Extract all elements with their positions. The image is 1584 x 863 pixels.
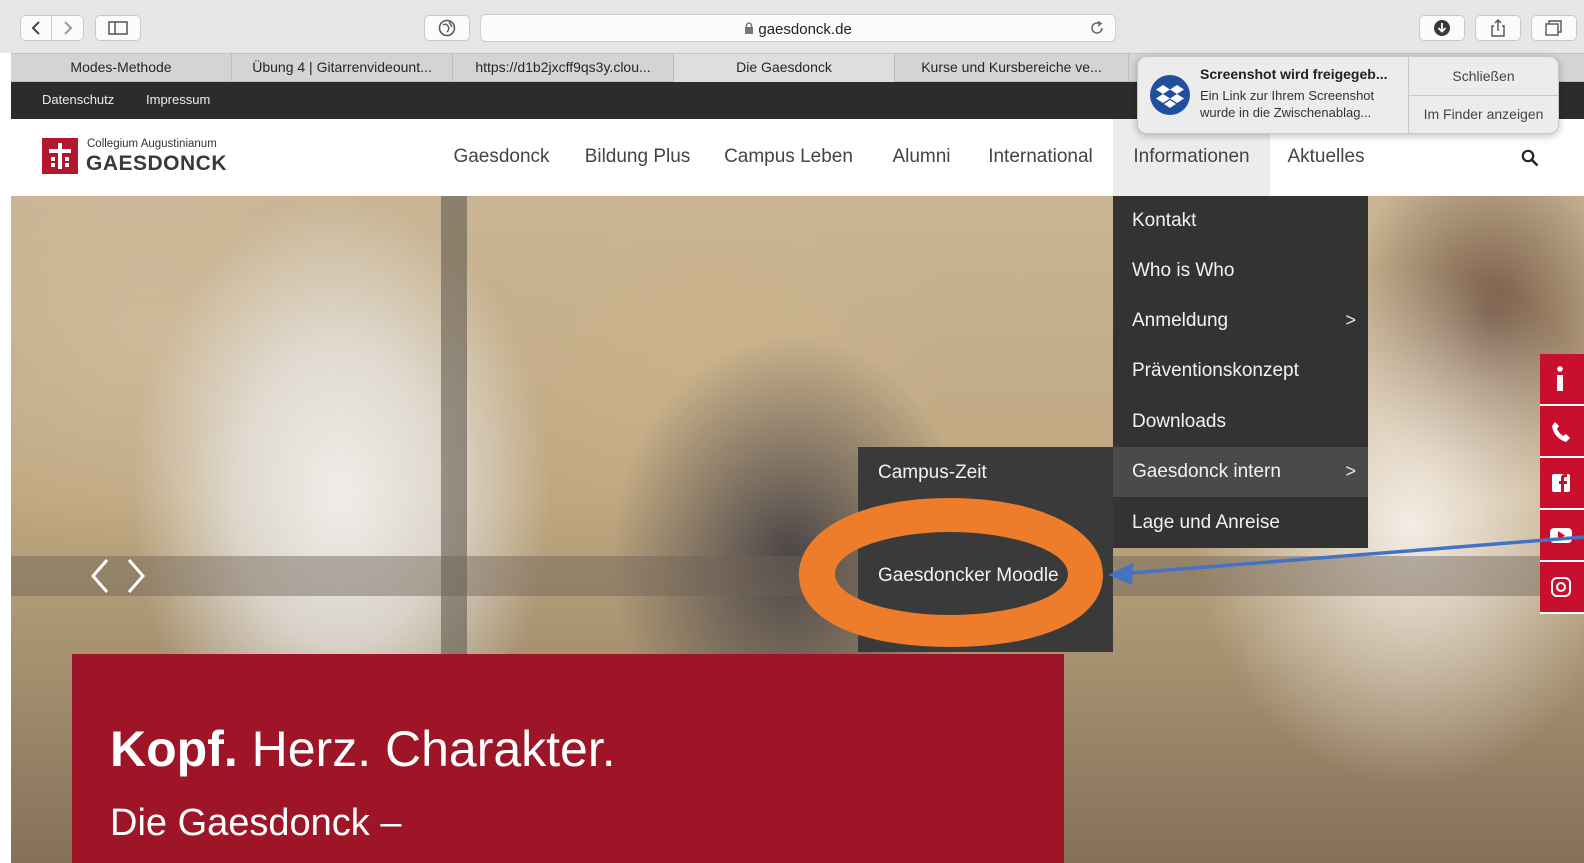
sidebar-toggle-button[interactable] [95, 15, 141, 41]
logo-title[interactable]: GAESDONCK [86, 152, 227, 176]
youtube-icon [1550, 528, 1572, 543]
logo-subtitle: Collegium Augustinianum [87, 138, 217, 150]
informationen-dropdown: Kontakt Who is Who Anmeldung > Prävention… [1113, 196, 1368, 548]
website-settings-button[interactable] [424, 15, 470, 41]
dropdown-item-label: Who is Who [1132, 260, 1235, 281]
forward-button[interactable] [52, 15, 84, 41]
hero-title: Kopf. Herz. Charakter. [110, 720, 616, 778]
nav-gaesdonck[interactable]: Gaesdonck [443, 119, 560, 196]
url-text: gaesdonck.de [758, 21, 852, 38]
notification-title: Screenshot wird freigegeb... [1200, 66, 1388, 82]
dropdown-item-label: Downloads [1132, 411, 1226, 432]
notification-body-line: Ein Link zur Ihrem Screenshot [1200, 88, 1375, 103]
facebook-button[interactable] [1540, 458, 1584, 510]
dropdown-item-praeventionskonzept[interactable]: Präventionskonzept [1113, 346, 1368, 396]
submenu-item-gaesdoncker-moodle[interactable]: Gaesdoncker Moodle [858, 550, 1113, 600]
youtube-button[interactable] [1540, 510, 1584, 562]
phone-button[interactable] [1540, 406, 1584, 458]
dropbox-notification: Screenshot wird freigegeb... Ein Link zu… [1137, 56, 1559, 134]
download-icon [1434, 20, 1450, 36]
share-button[interactable] [1475, 15, 1521, 41]
slider-next-icon[interactable] [123, 556, 149, 596]
browser-toolbar: gaesdonck.de [0, 0, 1584, 53]
globe-icon [438, 19, 456, 37]
chevron-right-icon: > [1345, 461, 1356, 481]
share-icon [1491, 19, 1505, 37]
dropdown-item-who-is-who[interactable]: Who is Who [1113, 246, 1368, 296]
hero-title-bold: Kopf. [110, 721, 238, 777]
dropdown-item-gaesdonck-intern[interactable]: Gaesdonck intern > [1113, 447, 1368, 497]
browser-tab[interactable]: Modes-Methode [11, 54, 232, 82]
logo-cross-icon[interactable] [42, 138, 78, 174]
nav-campus-leben[interactable]: Campus Leben [716, 119, 861, 196]
browser-tab-active[interactable]: Die Gaesdonck [674, 54, 895, 82]
reload-icon[interactable] [1089, 20, 1105, 36]
imprint-link[interactable]: Impressum [146, 92, 210, 107]
dropdown-item-label: Kontakt [1132, 210, 1197, 231]
hero-caption-box: Kopf. Herz. Charakter. Die Gaesdonck – [72, 654, 1064, 863]
info-icon [1557, 366, 1563, 391]
browser-tab[interactable]: https://d1b2jxcff9qs3y.clou... [453, 54, 674, 82]
chevron-left-icon [31, 21, 40, 35]
tab-overview-button[interactable] [1531, 15, 1577, 41]
privacy-link[interactable]: Datenschutz [42, 92, 114, 107]
address-bar[interactable]: gaesdonck.de [480, 14, 1116, 42]
dropdown-item-label: Anmeldung [1132, 310, 1229, 331]
downloads-button[interactable] [1419, 15, 1465, 41]
dropdown-item-label: Präventionskonzept [1132, 360, 1299, 381]
nav-bildung-plus[interactable]: Bildung Plus [574, 119, 701, 196]
notification-close-button[interactable]: Schließen [1409, 57, 1558, 95]
instagram-button[interactable] [1540, 562, 1584, 614]
facebook-icon [1552, 474, 1570, 492]
dropdown-item-lage-und-anreise[interactable]: Lage und Anreise [1113, 498, 1368, 548]
back-button[interactable] [20, 15, 52, 41]
dropdown-item-kontakt[interactable]: Kontakt [1113, 196, 1368, 246]
dropdown-item-downloads[interactable]: Downloads [1113, 397, 1368, 447]
info-button[interactable] [1540, 354, 1584, 406]
search-icon[interactable] [1521, 149, 1539, 167]
chevron-right-icon: > [1345, 310, 1356, 330]
notification-body-line: wurde in die Zwischenablag... [1200, 105, 1372, 120]
browser-tab[interactable]: Übung 4 | Gitarrenvideount... [232, 54, 453, 82]
dropdown-item-label: Gaesdonck intern [1132, 461, 1281, 482]
hero-subtitle: Die Gaesdonck – [110, 802, 402, 844]
nav-international[interactable]: International [974, 119, 1107, 196]
instagram-icon [1551, 577, 1571, 597]
phone-icon [1552, 422, 1570, 442]
sidebar-icon [108, 21, 128, 35]
tabs-icon [1545, 20, 1562, 36]
slider-prev-icon[interactable] [87, 556, 113, 596]
hero-image-detail [11, 556, 1584, 596]
browser-tab[interactable]: Kurse und Kursbereiche ve... [895, 54, 1129, 82]
hero-title-rest: Herz. Charakter. [237, 721, 616, 777]
dropdown-item-label: Lage und Anreise [1132, 512, 1280, 533]
nav-alumni[interactable]: Alumni [877, 119, 966, 196]
dropdown-item-anmeldung[interactable]: Anmeldung > [1113, 296, 1368, 346]
lock-icon [744, 21, 758, 38]
submenu-item-campus-zeit[interactable]: Campus-Zeit [858, 447, 1113, 497]
show-in-finder-button[interactable]: Im Finder anzeigen [1409, 96, 1558, 133]
dropbox-icon [1150, 75, 1190, 115]
chevron-right-icon [63, 21, 72, 35]
